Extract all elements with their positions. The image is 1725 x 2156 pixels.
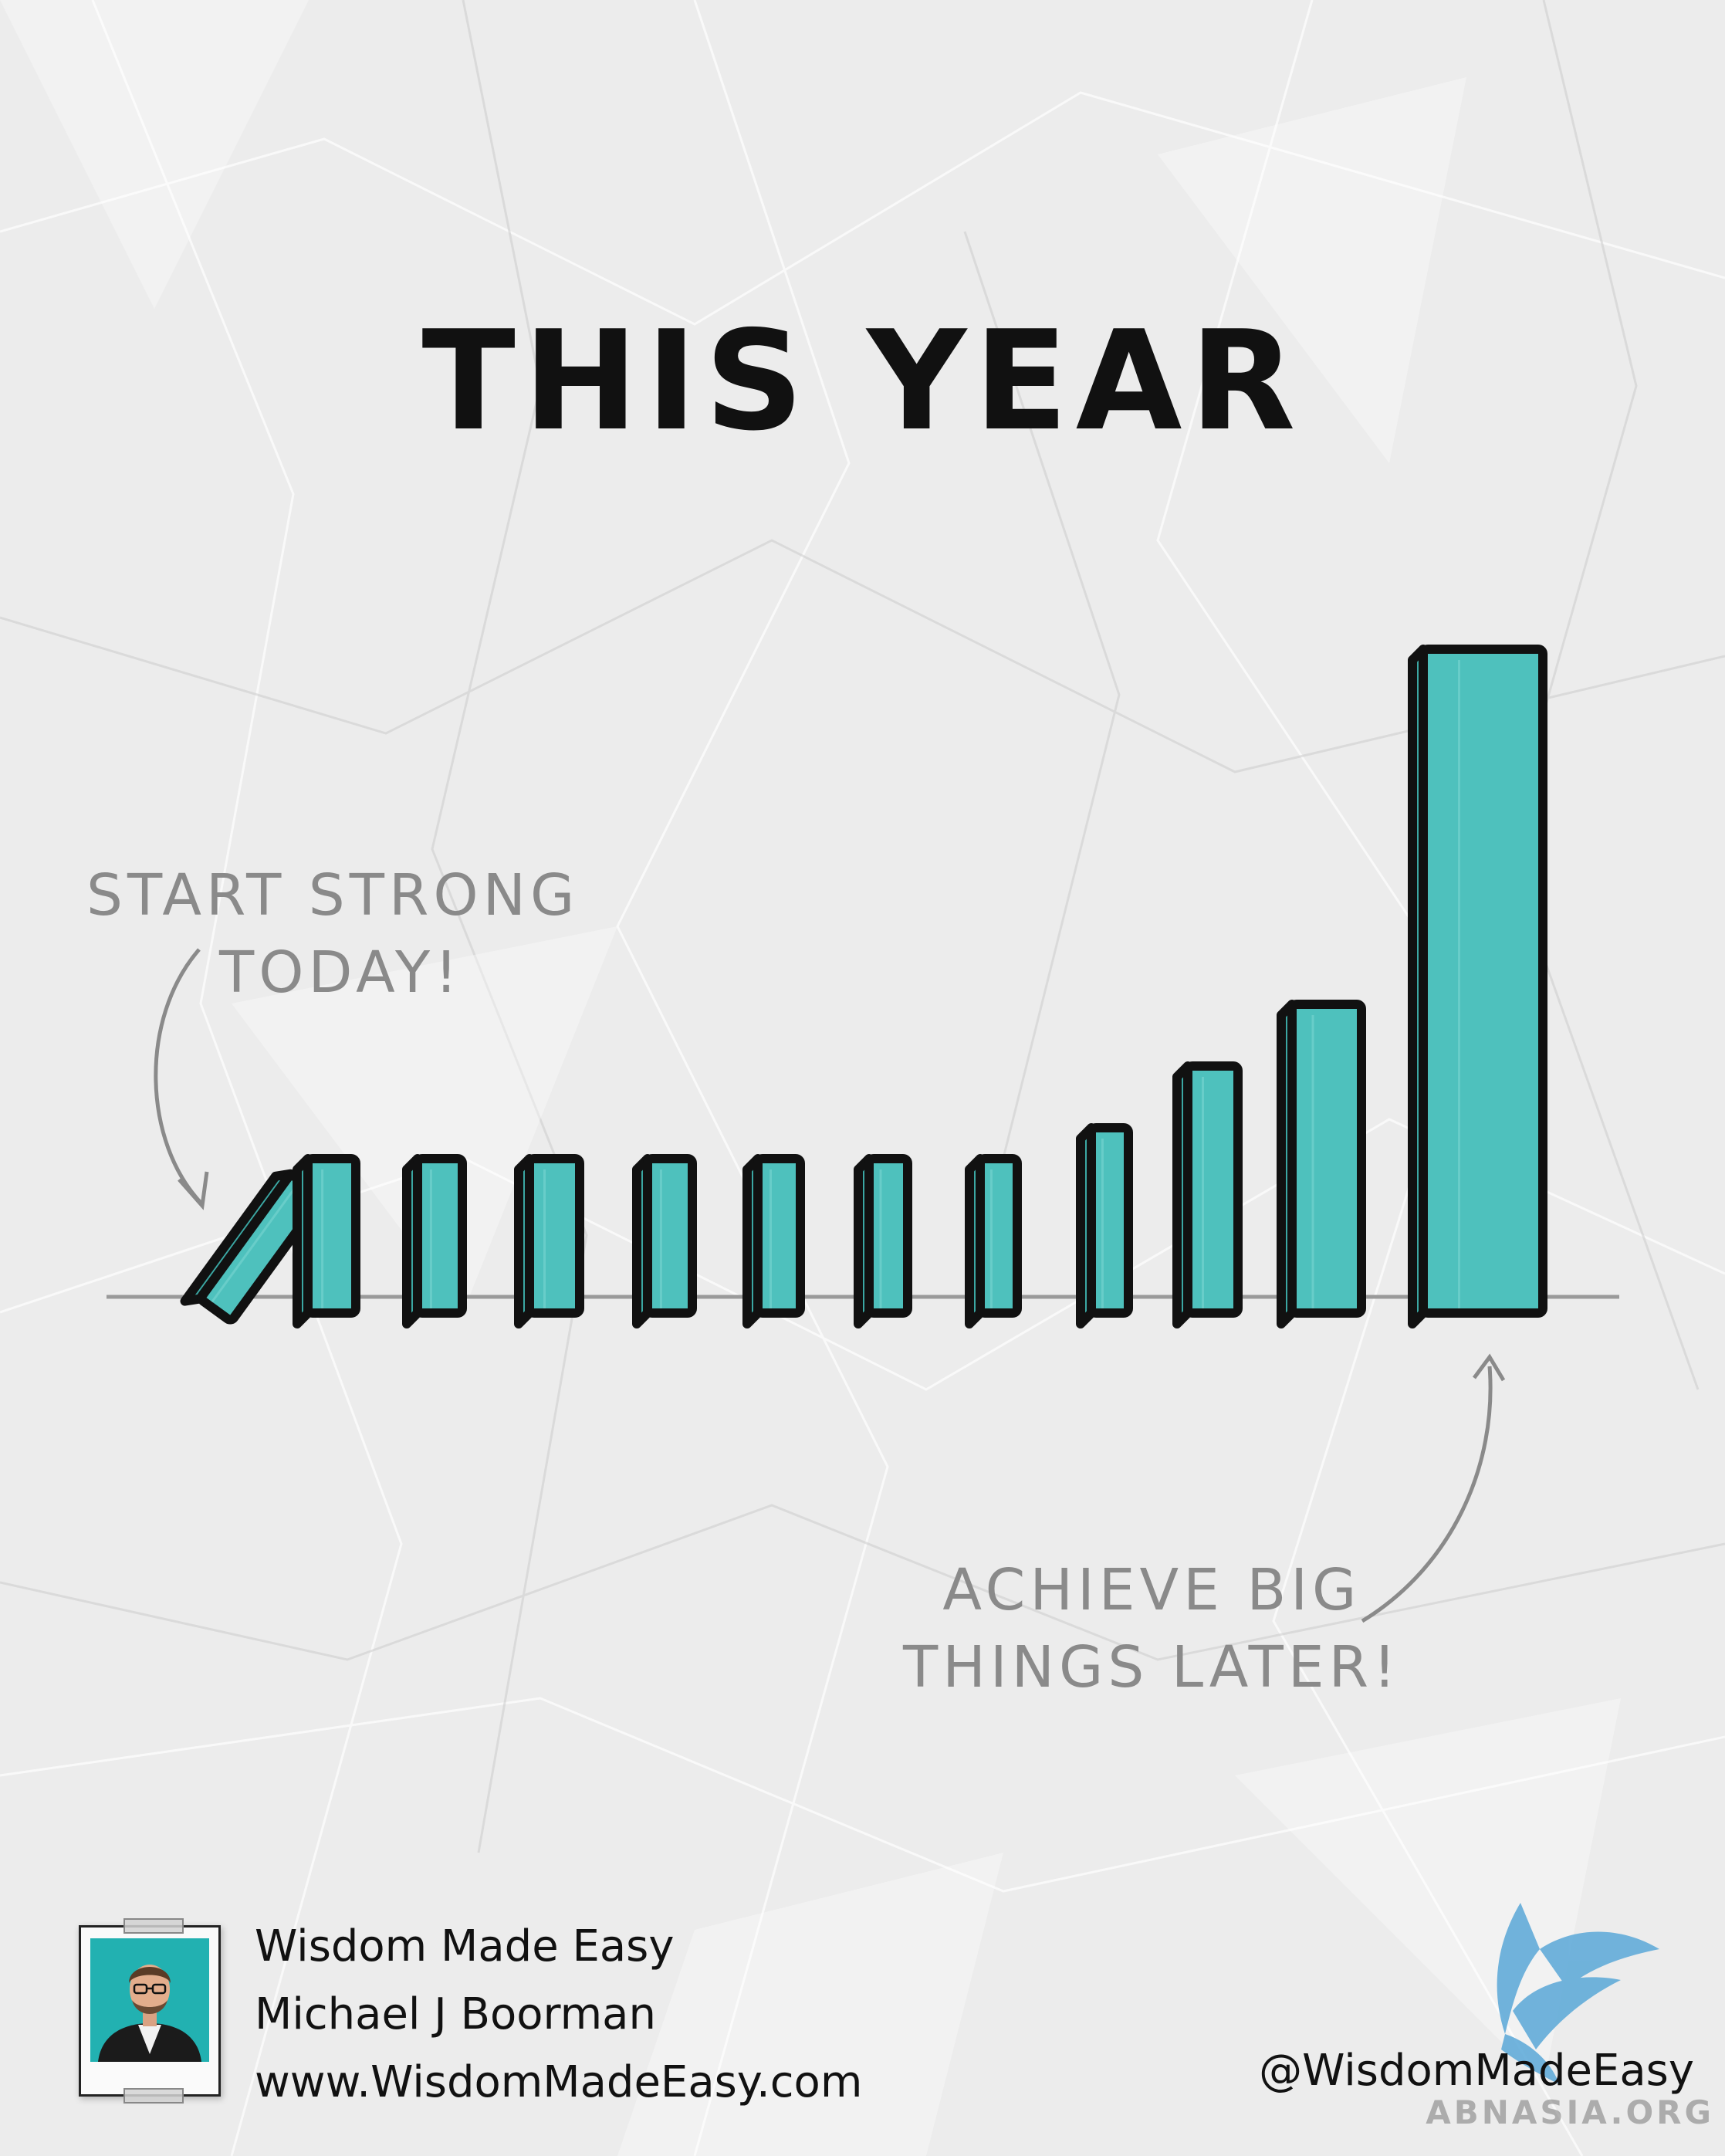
domino-group (180, 645, 1547, 1328)
domino-12 (1408, 645, 1547, 1328)
tape-top (123, 1918, 184, 1934)
domino-9 (1076, 1123, 1133, 1328)
domino-diagram (107, 645, 1619, 1623)
footer-author: Michael J Boorman (255, 1989, 656, 2039)
domino-10 (1172, 1061, 1243, 1328)
social-handle[interactable]: @WisdomMadeEasy (1259, 2046, 1694, 2096)
domino-2 (293, 1154, 360, 1328)
domino-8 (965, 1154, 1022, 1328)
domino-6 (742, 1154, 805, 1328)
domino-7 (854, 1154, 912, 1328)
footer-credits: Wisdom Made Easy Michael J Boorman www.W… (255, 1913, 862, 2117)
start-arrow-icon (154, 948, 204, 1206)
achieve-arrow-icon (1361, 1366, 1493, 1623)
domino-4 (514, 1154, 584, 1328)
footer-brand: Wisdom Made Easy (255, 1921, 675, 1972)
domino-11 (1277, 1000, 1366, 1328)
footer-website-link[interactable]: www.WisdomMadeEasy.com (255, 2049, 862, 2117)
domino-3 (402, 1154, 467, 1328)
avatar-photo (90, 1938, 209, 2062)
author-polaroid (79, 1918, 221, 2104)
watermark: ABNASIA.ORG (1426, 2093, 1714, 2131)
domino-5 (632, 1154, 697, 1328)
tape-bottom (123, 2088, 184, 2104)
